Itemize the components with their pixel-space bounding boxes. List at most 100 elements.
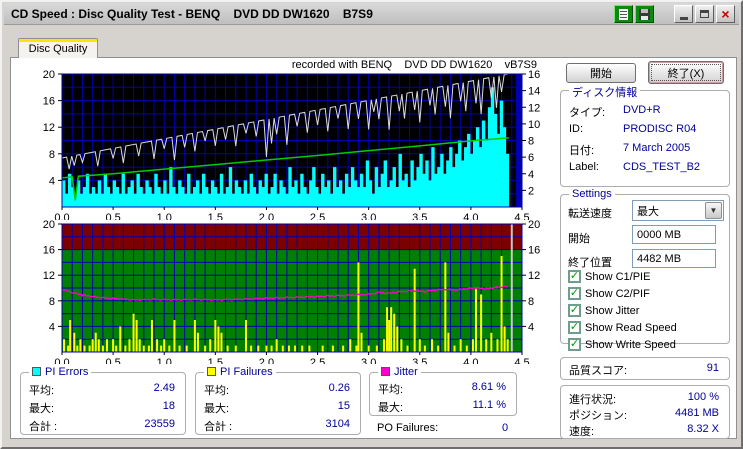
svg-text:16: 16 bbox=[528, 245, 540, 257]
svg-text:20: 20 bbox=[528, 219, 540, 231]
checkbox-show-read-speed[interactable]: ✓ Show Read Speed bbox=[568, 321, 677, 334]
checkbox-show-c1-pie[interactable]: ✓ Show C1/PIE bbox=[568, 270, 650, 283]
app-window: CD Speed : Disc Quality Test - BENQ DVD … bbox=[0, 0, 743, 449]
svg-text:2.5: 2.5 bbox=[310, 357, 325, 364]
pi-failures-color-icon bbox=[207, 367, 216, 376]
quality-score-group: 品質スコア: 91 bbox=[560, 357, 730, 380]
speed-value: 8.32 X bbox=[687, 423, 719, 435]
close-icon: × bbox=[721, 6, 730, 22]
close-button[interactable]: × bbox=[716, 5, 735, 23]
pi-failures-total-value: 3104 bbox=[325, 418, 350, 430]
quality-score-label: 品質スコア: bbox=[569, 365, 628, 377]
exit-button[interactable]: 終了(X) bbox=[648, 61, 724, 84]
checkmark-icon: ✓ bbox=[568, 270, 581, 283]
start-position-field[interactable]: 0000 MB bbox=[632, 225, 716, 244]
svg-text:4: 4 bbox=[49, 175, 55, 187]
svg-text:8: 8 bbox=[49, 296, 55, 308]
svg-text:4: 4 bbox=[528, 321, 534, 333]
speed-label: 速度: bbox=[569, 426, 595, 438]
progress-value: 100 % bbox=[687, 391, 719, 403]
progress-label: 進行状況: bbox=[569, 394, 617, 406]
svg-text:1.5: 1.5 bbox=[208, 357, 223, 364]
disc-type-value: DVD+R bbox=[623, 104, 661, 116]
pi-errors-total-label: 合計 : bbox=[29, 421, 58, 433]
pi-failures-avg-label: 平均: bbox=[204, 385, 230, 397]
pi-errors-color-icon bbox=[32, 367, 41, 376]
pi-failures-max-label: 最大: bbox=[204, 403, 230, 415]
checkbox-show-c2-pif[interactable]: ✓ Show C2/PIF bbox=[568, 287, 650, 300]
start-position-label: 開始 bbox=[568, 233, 590, 245]
chevron-down-icon[interactable]: ▼ bbox=[705, 202, 722, 219]
pi-errors-avg-label: 平均: bbox=[29, 385, 55, 397]
jitter-avg-label: 平均: bbox=[378, 384, 404, 396]
maximize-icon bbox=[700, 10, 709, 18]
disc-type-label: タイプ: bbox=[569, 107, 606, 119]
po-failures-label: PO Failures: bbox=[377, 422, 439, 434]
title-bar: CD Speed : Disc Quality Test - BENQ DVD … bbox=[4, 3, 739, 25]
pi-failures-stats-group: PI Failures 平均: 0.26 最大: 15 合計 : 3104 bbox=[195, 366, 361, 435]
maximize-button[interactable] bbox=[695, 5, 714, 23]
end-position-field[interactable]: 4482 MB bbox=[632, 249, 716, 268]
pi-errors-max-value: 18 bbox=[162, 400, 175, 412]
svg-text:20: 20 bbox=[43, 219, 55, 231]
save-disc-icon[interactable] bbox=[635, 5, 654, 23]
checkmark-icon: ✓ bbox=[568, 338, 581, 351]
pi-failures-max-value: 15 bbox=[337, 400, 350, 412]
tab-label: Disc Quality bbox=[28, 42, 88, 55]
po-failures-value: 0 bbox=[502, 422, 509, 434]
svg-text:20: 20 bbox=[43, 69, 55, 81]
svg-text:14: 14 bbox=[528, 86, 540, 98]
checkmark-icon: ✓ bbox=[568, 287, 581, 300]
svg-text:4: 4 bbox=[528, 169, 534, 181]
svg-text:12: 12 bbox=[43, 122, 55, 134]
disc-date-label: 日付: bbox=[569, 145, 595, 157]
svg-text:0.0: 0.0 bbox=[54, 357, 69, 364]
pi-errors-legend: PI Errors bbox=[29, 366, 92, 378]
svg-text:4.5: 4.5 bbox=[514, 357, 529, 364]
svg-text:8: 8 bbox=[528, 296, 534, 308]
jitter-legend: Jitter bbox=[378, 366, 421, 378]
disc-id-label: ID: bbox=[569, 123, 584, 135]
position-label: ポジション: bbox=[569, 410, 628, 422]
transfer-speed-combobox[interactable]: 最大 ▼ bbox=[632, 200, 724, 221]
report-icon[interactable] bbox=[614, 5, 633, 23]
tab-disc-quality[interactable]: Disc Quality bbox=[18, 38, 98, 58]
svg-text:2.0: 2.0 bbox=[259, 357, 274, 364]
transfer-speed-label: 転送速度 bbox=[568, 208, 612, 220]
pi-errors-total-value: 23559 bbox=[144, 418, 175, 430]
jitter-max-value: 11.1 % bbox=[472, 399, 506, 411]
checkmark-icon: ✓ bbox=[568, 321, 581, 334]
svg-text:8: 8 bbox=[528, 136, 534, 148]
pi-failures-legend: PI Failures bbox=[204, 366, 276, 378]
start-button[interactable]: 開始 bbox=[566, 63, 636, 83]
checkbox-show-jitter[interactable]: ✓ Show Jitter bbox=[568, 304, 639, 317]
checkbox-show-write-speed[interactable]: ✓ Show Write Speed bbox=[568, 338, 676, 351]
svg-text:12: 12 bbox=[528, 102, 540, 114]
svg-text:16: 16 bbox=[43, 96, 55, 108]
chart-caption: recorded with BENQ DVD DD DW1620 vB7S9 bbox=[291, 59, 537, 71]
disc-id-value: PRODISC R04 bbox=[623, 123, 697, 135]
pi-failures-total-label: 合計 : bbox=[204, 421, 233, 433]
quality-score-value: 91 bbox=[706, 362, 719, 374]
svg-text:0.5: 0.5 bbox=[105, 357, 120, 364]
jitter-avg-value: 8.61 % bbox=[471, 381, 506, 393]
progress-group: 進行状況: 100 % ポジション: 4481 MB 速度: 8.32 X bbox=[560, 385, 730, 439]
pi-failures-jitter-chart: 20 16 12 8 4 20 16 12 8 4 0.0 0.5 1.0 1.5 2.0 2.5 3.0 3.5… bbox=[43, 219, 540, 364]
end-position-label: 終了位置 bbox=[568, 257, 612, 269]
jitter-stats-group: Jitter 平均: 8.61 % 最大: 11.1 % bbox=[369, 366, 517, 416]
pi-errors-speed-chart: 201612841614121086420.0 0.5 1.0 1.5 2.0 2.5 3.… bbox=[43, 69, 540, 220]
pi-errors-avg-value: 2.49 bbox=[153, 382, 175, 394]
minimize-icon bbox=[679, 16, 688, 20]
svg-text:4.0: 4.0 bbox=[463, 357, 478, 364]
disc-date-value: 7 March 2005 bbox=[623, 142, 691, 154]
disc-info-group: ディスク情報 タイプ: DVD+R ID: PRODISC R04 日付: 7 … bbox=[560, 84, 730, 187]
disc-label-label: Label: bbox=[569, 161, 599, 173]
disc-info-title: ディスク情報 bbox=[569, 84, 641, 100]
checkmark-icon: ✓ bbox=[568, 304, 581, 317]
disc-label-value: CDS_TEST_B2 bbox=[623, 161, 701, 173]
svg-text:3.0: 3.0 bbox=[361, 357, 376, 364]
pi-errors-stats-group: PI Errors 平均: 2.49 最大: 18 合計 : 23559 bbox=[20, 366, 186, 435]
minimize-button[interactable] bbox=[674, 5, 693, 23]
svg-text:12: 12 bbox=[43, 270, 55, 282]
settings-title: Settings bbox=[569, 188, 615, 200]
